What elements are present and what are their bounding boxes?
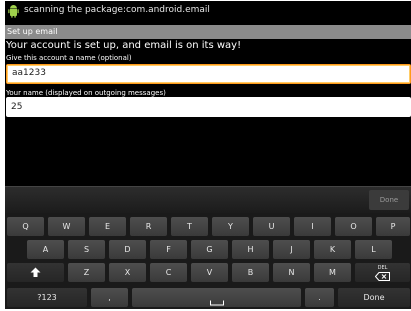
status-text: scanning the package:com.android.email — [24, 5, 210, 15]
key-v[interactable]: V — [191, 263, 228, 282]
key-q[interactable]: Q — [7, 217, 44, 236]
key-n[interactable]: N — [273, 263, 310, 282]
backspace-icon — [374, 272, 390, 281]
key-d[interactable]: D — [109, 240, 146, 259]
comma-key[interactable]: , — [91, 288, 128, 307]
your-name-label: Your name (displayed on outgoing message… — [6, 89, 166, 97]
delete-key-label: DEL — [377, 265, 388, 271]
key-e[interactable]: E — [89, 217, 126, 236]
status-bar: scanning the package:com.android.email — [5, 1, 411, 21]
done-key[interactable]: Done — [338, 288, 410, 307]
key-m[interactable]: M — [314, 263, 351, 282]
key-z[interactable]: Z — [68, 263, 105, 282]
key-y[interactable]: Y — [212, 217, 249, 236]
key-b[interactable]: B — [232, 263, 269, 282]
space-key[interactable] — [132, 288, 301, 307]
key-j[interactable]: J — [273, 240, 310, 259]
key-o[interactable]: O — [335, 217, 372, 236]
account-name-field[interactable]: aa1233 — [6, 64, 411, 84]
key-x[interactable]: X — [109, 263, 146, 282]
key-s[interactable]: S — [68, 240, 105, 259]
period-key[interactable]: . — [305, 288, 334, 307]
your-name-field[interactable]: 25 — [6, 97, 411, 117]
soft-keyboard: Q W E R T Y U I O P A S D F G H J K L Z … — [5, 213, 411, 309]
shift-arrow-icon — [30, 267, 41, 277]
key-t[interactable]: T — [171, 217, 208, 236]
ime-action-bar: Done — [5, 186, 411, 214]
key-i[interactable]: I — [294, 217, 331, 236]
key-p[interactable]: P — [376, 217, 410, 236]
key-g[interactable]: G — [191, 240, 228, 259]
device-screen: scanning the package:com.android.email S… — [5, 1, 411, 309]
shift-key[interactable] — [7, 263, 64, 282]
key-a[interactable]: A — [27, 240, 64, 259]
key-r[interactable]: R — [130, 217, 167, 236]
key-h[interactable]: H — [232, 240, 269, 259]
done-button[interactable]: Done — [369, 190, 409, 210]
key-c[interactable]: C — [150, 263, 187, 282]
account-name-label: Give this account a name (optional) — [6, 54, 132, 62]
key-w[interactable]: W — [48, 217, 85, 236]
android-icon — [8, 5, 19, 18]
symbols-key[interactable]: ?123 — [7, 288, 87, 307]
key-l[interactable]: L — [355, 240, 392, 259]
key-u[interactable]: U — [253, 217, 290, 236]
key-k[interactable]: K — [314, 240, 351, 259]
title-bar: Set up email — [5, 25, 411, 39]
delete-key[interactable]: DEL — [355, 263, 410, 282]
key-f[interactable]: F — [150, 240, 187, 259]
space-bar-icon — [209, 300, 224, 306]
setup-headline: Your account is set up, and email is on … — [6, 40, 242, 51]
